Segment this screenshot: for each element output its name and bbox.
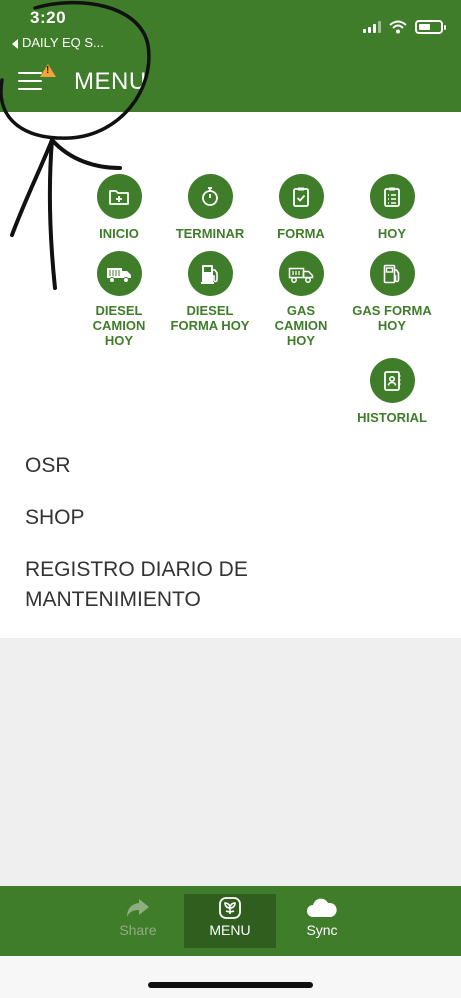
tile-icon-circle bbox=[187, 251, 233, 296]
tile-icon-circle bbox=[96, 251, 142, 296]
share-arrow-icon bbox=[127, 899, 149, 917]
tile-icon-circle bbox=[369, 251, 415, 296]
status-icons bbox=[363, 18, 446, 36]
wifi-icon bbox=[389, 20, 407, 34]
tile-hoy[interactable]: HOY bbox=[342, 174, 442, 241]
tile-label: HOY bbox=[377, 226, 407, 241]
bottom-tab-bar: Share MENU Sync bbox=[0, 886, 461, 956]
home-indicator[interactable] bbox=[148, 982, 313, 988]
back-app-label: DAILY EQ S... bbox=[22, 35, 104, 50]
clipboard-check-icon bbox=[293, 187, 309, 207]
cloud-icon bbox=[307, 898, 337, 917]
app-screen: 3:20 DAILY EQ S... MENU INICIO bbox=[0, 0, 461, 998]
tile-inicio[interactable]: INICIO bbox=[69, 174, 169, 241]
signal-icon bbox=[363, 21, 381, 33]
tile-label: GAS CAMION HOY bbox=[274, 303, 328, 348]
app-header: 3:20 DAILY EQ S... MENU bbox=[0, 0, 461, 112]
hamburger-menu-icon[interactable] bbox=[18, 72, 42, 90]
tile-label: INICIO bbox=[99, 226, 139, 241]
tab-label: Share bbox=[119, 922, 157, 938]
menu-card: INICIO TERMINAR FORMA HOY DIESEL CAMION … bbox=[0, 112, 461, 638]
page-title: MENU bbox=[74, 68, 147, 95]
tile-gas-forma-hoy[interactable]: GAS FORMA HOY bbox=[342, 251, 442, 333]
home-indicator-area bbox=[0, 956, 461, 998]
tile-terminar[interactable]: TERMINAR bbox=[160, 174, 260, 241]
stopwatch-icon bbox=[202, 186, 218, 206]
tile-icon-circle bbox=[278, 251, 324, 296]
menu-item-registro[interactable]: REGISTRO DIARIO DE MANTENIMIENTO bbox=[25, 555, 275, 615]
truck-outline-icon bbox=[288, 267, 314, 283]
tab-share[interactable]: Share bbox=[92, 894, 184, 948]
tile-label: DIESEL CAMION HOY bbox=[92, 303, 146, 348]
tile-label: HISTORIAL bbox=[357, 410, 427, 425]
menu-leaf-icon bbox=[219, 897, 241, 919]
tab-sync[interactable]: Sync bbox=[276, 894, 368, 948]
tile-icon-circle bbox=[187, 174, 233, 219]
tile-diesel-forma-hoy[interactable]: DIESEL FORMA HOY bbox=[160, 251, 260, 333]
tab-label: MENU bbox=[209, 922, 251, 938]
status-time: 3:20 bbox=[30, 8, 67, 27]
tile-icon-circle bbox=[278, 174, 324, 219]
tile-label: FORMA bbox=[277, 226, 325, 241]
back-triangle-icon bbox=[12, 38, 18, 49]
tile-label: TERMINAR bbox=[175, 226, 245, 241]
battery-icon bbox=[415, 20, 446, 34]
menu-item-osr[interactable]: OSR bbox=[25, 451, 71, 481]
gas-pump-icon bbox=[201, 264, 218, 284]
clipboard-list-icon bbox=[384, 187, 400, 207]
tile-icon-circle bbox=[369, 358, 415, 403]
tile-icon-circle bbox=[369, 174, 415, 219]
back-to-app-link[interactable]: DAILY EQ S... bbox=[12, 35, 104, 50]
truck-icon bbox=[107, 267, 131, 283]
gas-pump-outline-icon bbox=[383, 264, 400, 283]
tile-diesel-camion-hoy[interactable]: DIESEL CAMION HOY bbox=[69, 251, 169, 348]
tile-label: GAS FORMA HOY bbox=[352, 303, 432, 333]
tab-menu[interactable]: MENU bbox=[184, 894, 276, 948]
warning-icon bbox=[40, 64, 56, 77]
tab-label: Sync bbox=[306, 922, 338, 938]
folder-plus-icon bbox=[109, 189, 129, 205]
tile-gas-camion-hoy[interactable]: GAS CAMION HOY bbox=[251, 251, 351, 348]
tile-forma[interactable]: FORMA bbox=[251, 174, 351, 241]
contact-book-icon bbox=[384, 370, 401, 391]
tile-icon-circle bbox=[96, 174, 142, 219]
tile-label: DIESEL FORMA HOY bbox=[170, 303, 250, 333]
menu-item-shop[interactable]: SHOP bbox=[25, 503, 85, 533]
tile-historial[interactable]: HISTORIAL bbox=[342, 358, 442, 425]
